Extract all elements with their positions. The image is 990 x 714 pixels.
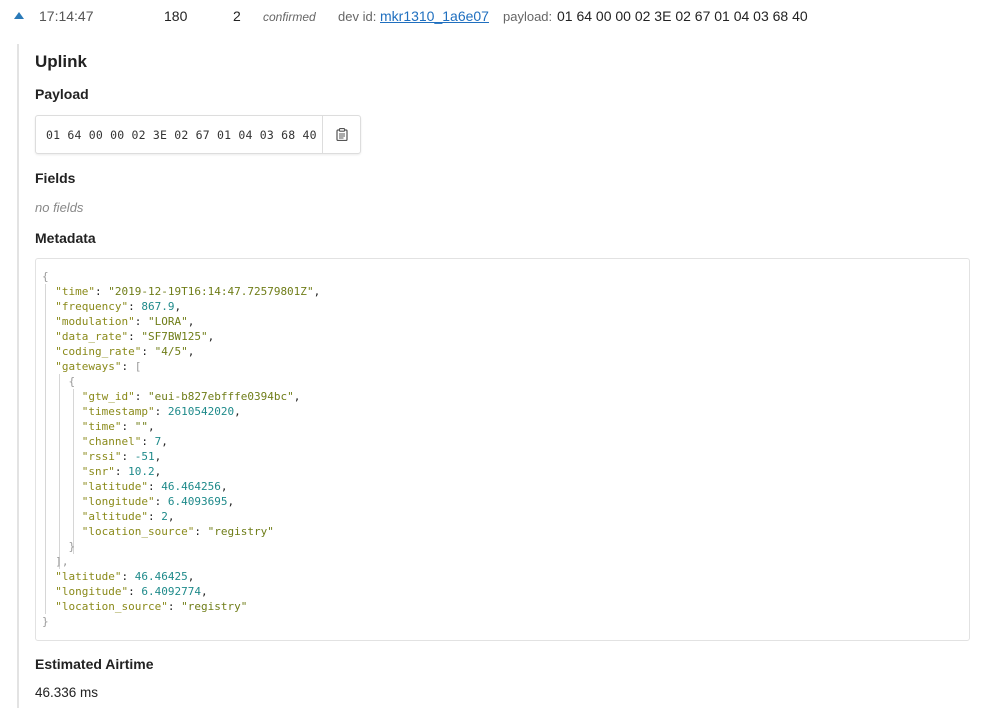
gw-latitude: 46.464256	[161, 480, 221, 493]
gw-snr: 10.2	[128, 465, 155, 478]
meta-location-source: registry	[187, 600, 241, 613]
row-status: confirmed	[263, 10, 316, 24]
gw-location-source: registry	[214, 525, 268, 538]
gw-id: eui-b827ebfffe0394bc	[154, 390, 288, 403]
uplink-title: Uplink	[35, 52, 87, 71]
airtime-value: 46.336 ms	[35, 685, 99, 700]
gw-rssi: -51	[134, 450, 155, 463]
uplink-row[interactable]: 17:14:47 180 2 confirmed dev id: mkr1310…	[0, 0, 990, 34]
gw-channel: 7	[154, 435, 162, 448]
fields-heading: Fields	[35, 170, 76, 186]
meta-time: 2019-12-19T16:14:47.72579801Z	[114, 285, 307, 298]
uplink-detail: Uplink Payload 01 64 00 00 02 3E 02 67 0…	[17, 44, 979, 708]
gw-altitude: 2	[161, 510, 168, 523]
row-counter: 180	[164, 8, 188, 24]
dev-id-link[interactable]: mkr1310_1a6e07	[380, 8, 489, 24]
payload-box: 01 64 00 00 02 3E 02 67 01 04 03 68 40	[35, 115, 361, 154]
metadata-json-box: { "time": "2019-12-19T16:14:47.72579801Z…	[35, 258, 970, 641]
meta-latitude: 46.46425	[134, 570, 188, 583]
metadata-json: { "time": "2019-12-19T16:14:47.72579801Z…	[42, 270, 321, 628]
payload-hex[interactable]: 01 64 00 00 02 3E 02 67 01 04 03 68 40	[46, 128, 317, 142]
metadata-heading: Metadata	[35, 230, 96, 246]
payload-label: payload:	[503, 9, 553, 24]
gw-timestamp: 2610542020	[167, 405, 235, 418]
row-time: 17:14:47	[39, 8, 94, 24]
payload-heading: Payload	[35, 86, 89, 102]
no-fields-text: no fields	[35, 200, 84, 215]
row-port: 2	[233, 8, 241, 24]
copy-button[interactable]	[322, 116, 360, 153]
meta-longitude: 6.4092774	[141, 585, 201, 598]
meta-frequency: 867.9	[141, 300, 175, 313]
dev-id-label: dev id:	[338, 9, 377, 24]
meta-modulation: LORA	[154, 315, 182, 328]
caret-up-icon[interactable]	[14, 12, 24, 19]
meta-data-rate: SF7BW125	[147, 330, 201, 343]
clipboard-icon	[335, 128, 348, 141]
airtime-heading: Estimated Airtime	[35, 656, 154, 672]
meta-coding-rate: 4/5	[161, 345, 182, 358]
row-payload: 01 64 00 00 02 3E 02 67 01 04 03 68 40	[557, 8, 808, 24]
gw-longitude: 6.4093695	[167, 495, 228, 508]
